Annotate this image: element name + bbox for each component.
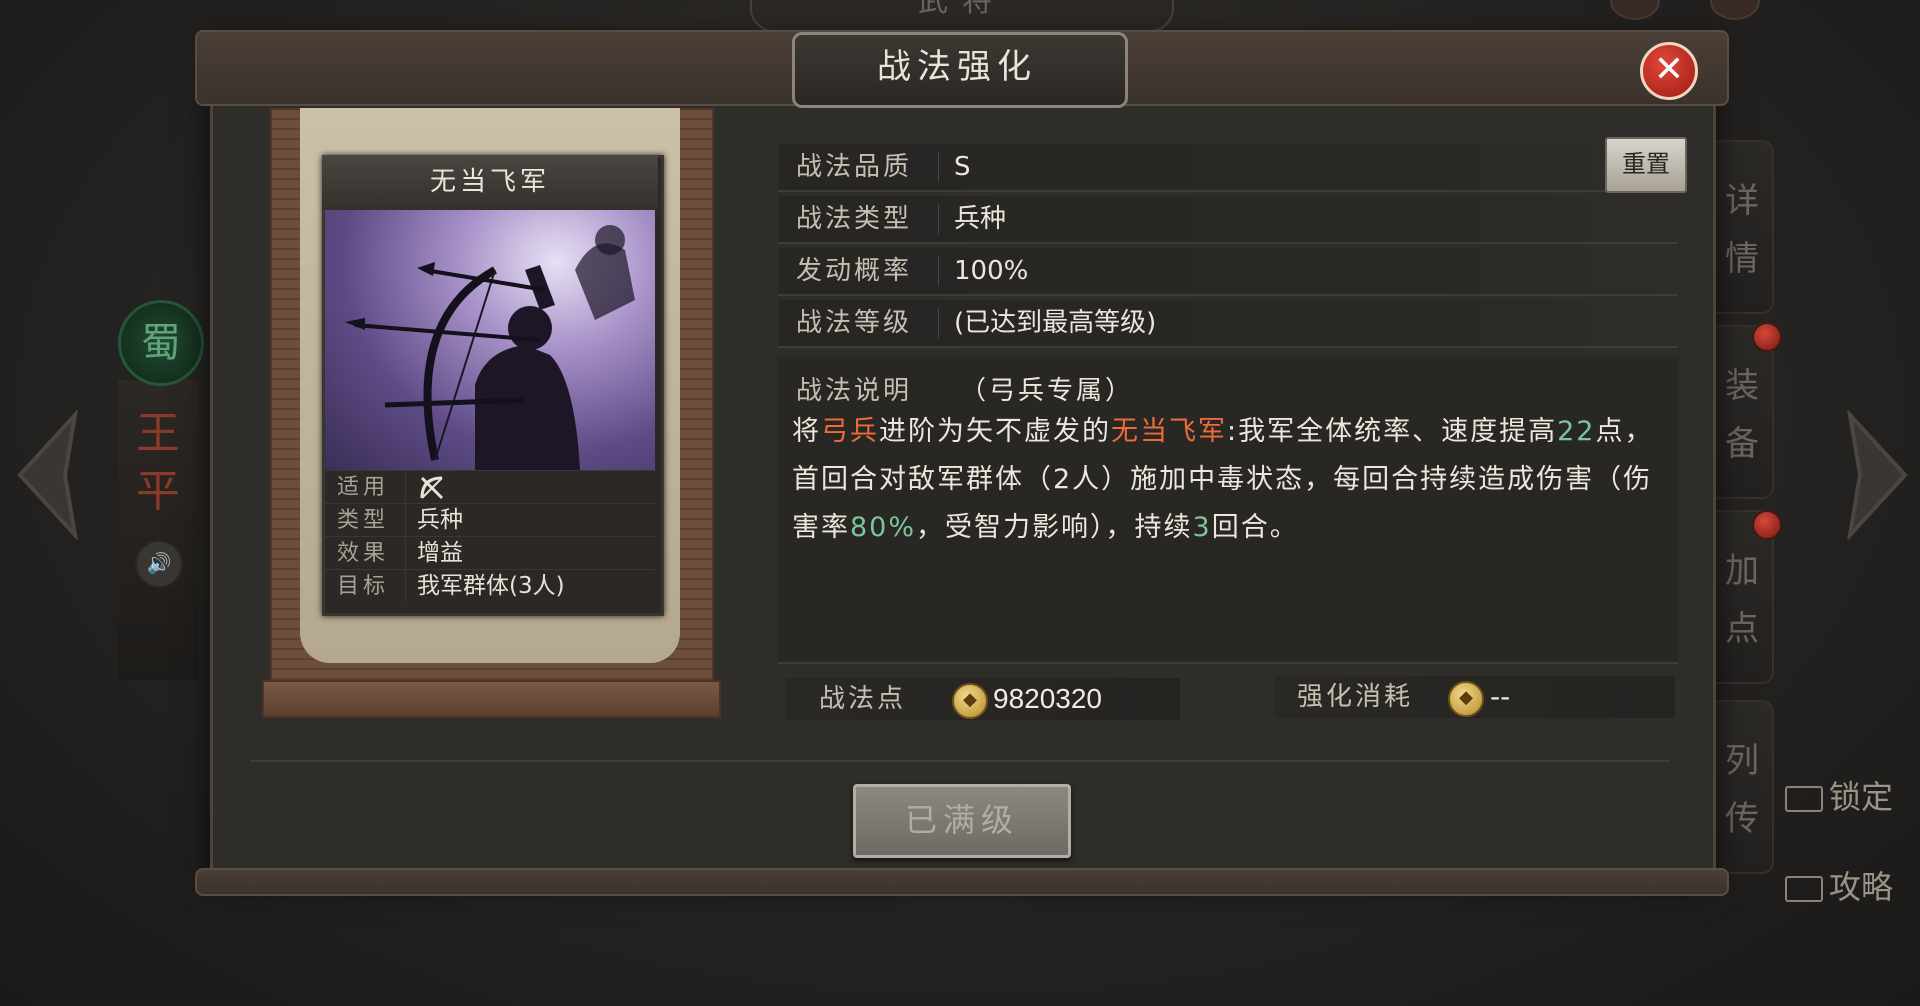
info-row-type: 战法类型 兵种: [778, 196, 1678, 244]
card-row-effect: 效果 增益: [325, 536, 655, 570]
card-row-type: 类型 兵种: [325, 503, 655, 537]
card-row-target: 目标 我军群体(3人): [325, 569, 655, 603]
divider: [250, 760, 1670, 762]
reset-button[interactable]: 重置: [1605, 137, 1687, 193]
card-row-applicable: 适用: [325, 470, 655, 504]
general-name: 王平: [136, 408, 180, 517]
description-restriction: （弓兵专属）: [960, 376, 1135, 406]
tab-biography[interactable]: 列传: [1712, 700, 1774, 874]
upgrade-cost-value: --: [1490, 680, 1511, 713]
bow-icon: [417, 471, 447, 504]
cost-coin-icon: ◆: [1448, 681, 1484, 717]
description-heading: 战法说明: [796, 376, 913, 406]
close-button[interactable]: ✕: [1640, 42, 1698, 100]
archer-illustration: [345, 225, 635, 470]
skill-points-label: 战法点: [818, 684, 906, 714]
top-indicator-dot: [1710, 0, 1760, 20]
info-row-probability: 发动概率 100%: [778, 248, 1678, 296]
skill-card-art: [325, 210, 655, 470]
lock-icon: [1785, 786, 1823, 812]
scroll-roller: [262, 680, 721, 718]
lock-link[interactable]: 锁定: [1785, 772, 1893, 818]
dialog-bottom-frame: [195, 868, 1729, 896]
tab-details[interactable]: 详情: [1712, 140, 1774, 314]
description-text: 将弓兵进阶为矢不虚发的无当飞军:我军全体统率、速度提高22点，首回合对敌军群体（…: [792, 416, 1654, 543]
prev-arrow-icon[interactable]: [10, 410, 85, 540]
max-level-button[interactable]: 已满级: [853, 784, 1071, 858]
top-title-text: 武将: [918, 0, 1006, 19]
skill-points-value: 9820320: [993, 683, 1103, 714]
faction-seal: 蜀: [118, 300, 204, 386]
info-row-quality: 战法品质 S: [778, 144, 1678, 192]
next-arrow-icon[interactable]: [1840, 410, 1915, 540]
info-row-level: 战法等级 (已达到最高等级): [778, 300, 1678, 348]
notification-dot: [1752, 322, 1782, 352]
scroll-icon: [1785, 876, 1823, 902]
voice-icon[interactable]: 🔊: [135, 540, 183, 588]
top-indicator-dot: [1610, 0, 1660, 20]
top-title-banner: 武将: [750, 0, 1174, 32]
skill-point-coin-icon: ◆: [952, 683, 988, 719]
skill-card-name: 无当飞军: [322, 155, 658, 210]
dialog-title: 战法强化: [877, 47, 1037, 87]
upgrade-cost-label: 强化消耗: [1296, 682, 1413, 712]
notification-dot: [1752, 510, 1782, 540]
guide-link[interactable]: 攻略: [1785, 862, 1893, 908]
